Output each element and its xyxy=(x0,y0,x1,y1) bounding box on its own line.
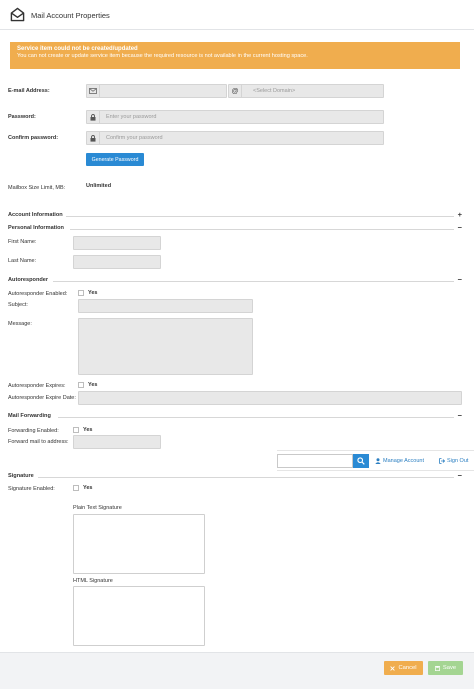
email-label: E-mail Address: xyxy=(8,88,50,94)
first-name-input[interactable] xyxy=(73,236,161,250)
sign-out-link[interactable]: Sign Out xyxy=(447,458,468,464)
manage-account-link[interactable]: Manage Account xyxy=(383,458,424,464)
last-name-label: Last Name: xyxy=(8,258,37,264)
message-label: Message: xyxy=(8,321,32,327)
checkbox-label: Yes xyxy=(83,485,93,491)
mailbox-size-value: Unlimited xyxy=(86,183,112,189)
html-signature-textarea[interactable] xyxy=(73,586,205,646)
domain-select[interactable]: @ <Select Domain> xyxy=(228,84,384,98)
section-divider xyxy=(66,216,454,217)
sign-out-icon xyxy=(439,458,445,464)
user-icon xyxy=(375,458,381,464)
mailbox-size-label: Mailbox Size Limit, MB: xyxy=(8,185,66,191)
save-icon xyxy=(434,665,440,671)
confirm-password-label: Confirm password: xyxy=(8,135,59,141)
generate-password-button[interactable]: Generate Password xyxy=(86,153,144,166)
autoresponder-enabled-label: Autoresponder Enabled: xyxy=(8,291,68,297)
subject-label: Subject: xyxy=(8,302,28,308)
section-title: Autoresponder xyxy=(8,277,49,283)
envelope-icon xyxy=(87,85,100,97)
section-divider xyxy=(58,417,454,418)
forward-to-label: Forward mail to address: xyxy=(8,439,69,445)
expire-date-input[interactable] xyxy=(78,391,462,405)
password-placeholder: Enter your password xyxy=(106,114,157,120)
forwarding-enabled-checkbox[interactable] xyxy=(73,427,79,433)
autoresponder-enabled-checkbox[interactable] xyxy=(78,290,84,296)
envelope-open-icon xyxy=(10,7,25,22)
at-icon: @ xyxy=(229,85,242,97)
signature-enabled-checkbox[interactable] xyxy=(73,485,79,491)
section-title: Account Information xyxy=(8,212,63,218)
signature-enabled-label: Signature Enabled: xyxy=(8,486,55,492)
checkbox-label: Yes xyxy=(88,290,98,296)
autoresponder-expires-label: Autoresponder Expires: xyxy=(8,383,66,389)
page: Mail Account Properties Service item cou… xyxy=(0,0,474,689)
message-textarea[interactable] xyxy=(78,318,253,375)
confirm-password-input[interactable]: Confirm your password xyxy=(86,131,384,145)
section-mail-forwarding[interactable]: Mail Forwarding − xyxy=(8,411,462,422)
plain-text-signature-label: Plain Text Signature xyxy=(73,505,122,511)
domain-placeholder: <Select Domain> xyxy=(253,88,296,94)
autoresponder-expires-checkbox[interactable] xyxy=(78,382,84,388)
section-title: Personal Information xyxy=(8,225,64,231)
email-input[interactable] xyxy=(86,84,227,98)
cancel-label: Cancel xyxy=(398,665,417,671)
collapse-icon[interactable]: − xyxy=(458,223,462,232)
close-icon xyxy=(390,665,396,671)
section-divider xyxy=(38,477,454,478)
save-button[interactable]: Save xyxy=(428,661,463,675)
cancel-button[interactable]: Cancel xyxy=(384,661,423,675)
section-account-information[interactable]: Account Information + xyxy=(8,210,462,221)
section-divider xyxy=(53,281,454,282)
search-button[interactable] xyxy=(353,454,369,468)
warning-alert: Service item could not be created/update… xyxy=(10,42,460,69)
lock-icon xyxy=(87,111,100,123)
first-name-label: First Name: xyxy=(8,239,37,245)
checkbox-label: Yes xyxy=(83,427,93,433)
section-personal-information[interactable]: Personal Information − xyxy=(8,223,462,234)
collapse-icon[interactable]: − xyxy=(458,471,462,480)
alert-message: You can not create or update service ite… xyxy=(17,53,308,59)
autoresponder-expire-date-label: Autoresponder Expire Date: xyxy=(8,395,76,401)
confirm-password-placeholder: Confirm your password xyxy=(106,135,163,141)
section-signature[interactable]: Signature − xyxy=(8,471,462,482)
account-toolbar: Manage Account Sign Out xyxy=(277,450,474,471)
lock-icon xyxy=(87,132,100,144)
section-title: Mail Forwarding xyxy=(8,413,51,419)
save-label: Save xyxy=(442,665,457,671)
search-icon xyxy=(357,457,365,465)
plain-text-signature-textarea[interactable] xyxy=(73,514,205,574)
subject-input[interactable] xyxy=(78,299,253,313)
forward-to-input[interactable] xyxy=(73,435,161,449)
section-title: Signature xyxy=(8,473,34,479)
page-header: Mail Account Properties xyxy=(0,0,474,30)
checkbox-label: Yes xyxy=(88,382,98,388)
page-title: Mail Account Properties xyxy=(31,11,110,20)
search-input[interactable] xyxy=(277,454,353,468)
collapse-icon[interactable]: − xyxy=(458,411,462,420)
password-input[interactable]: Enter your password xyxy=(86,110,384,124)
form-footer: Cancel Save xyxy=(0,652,474,689)
collapse-icon[interactable]: − xyxy=(458,275,462,284)
forwarding-enabled-label: Forwarding Enabled: xyxy=(8,428,59,434)
section-autoresponder[interactable]: Autoresponder − xyxy=(8,275,462,286)
html-signature-label: HTML Signature xyxy=(73,578,113,584)
password-label: Password: xyxy=(8,114,36,120)
last-name-input[interactable] xyxy=(73,255,161,269)
alert-title: Service item could not be created/update… xyxy=(17,46,138,52)
section-divider xyxy=(70,229,454,230)
expand-icon[interactable]: + xyxy=(458,210,462,219)
